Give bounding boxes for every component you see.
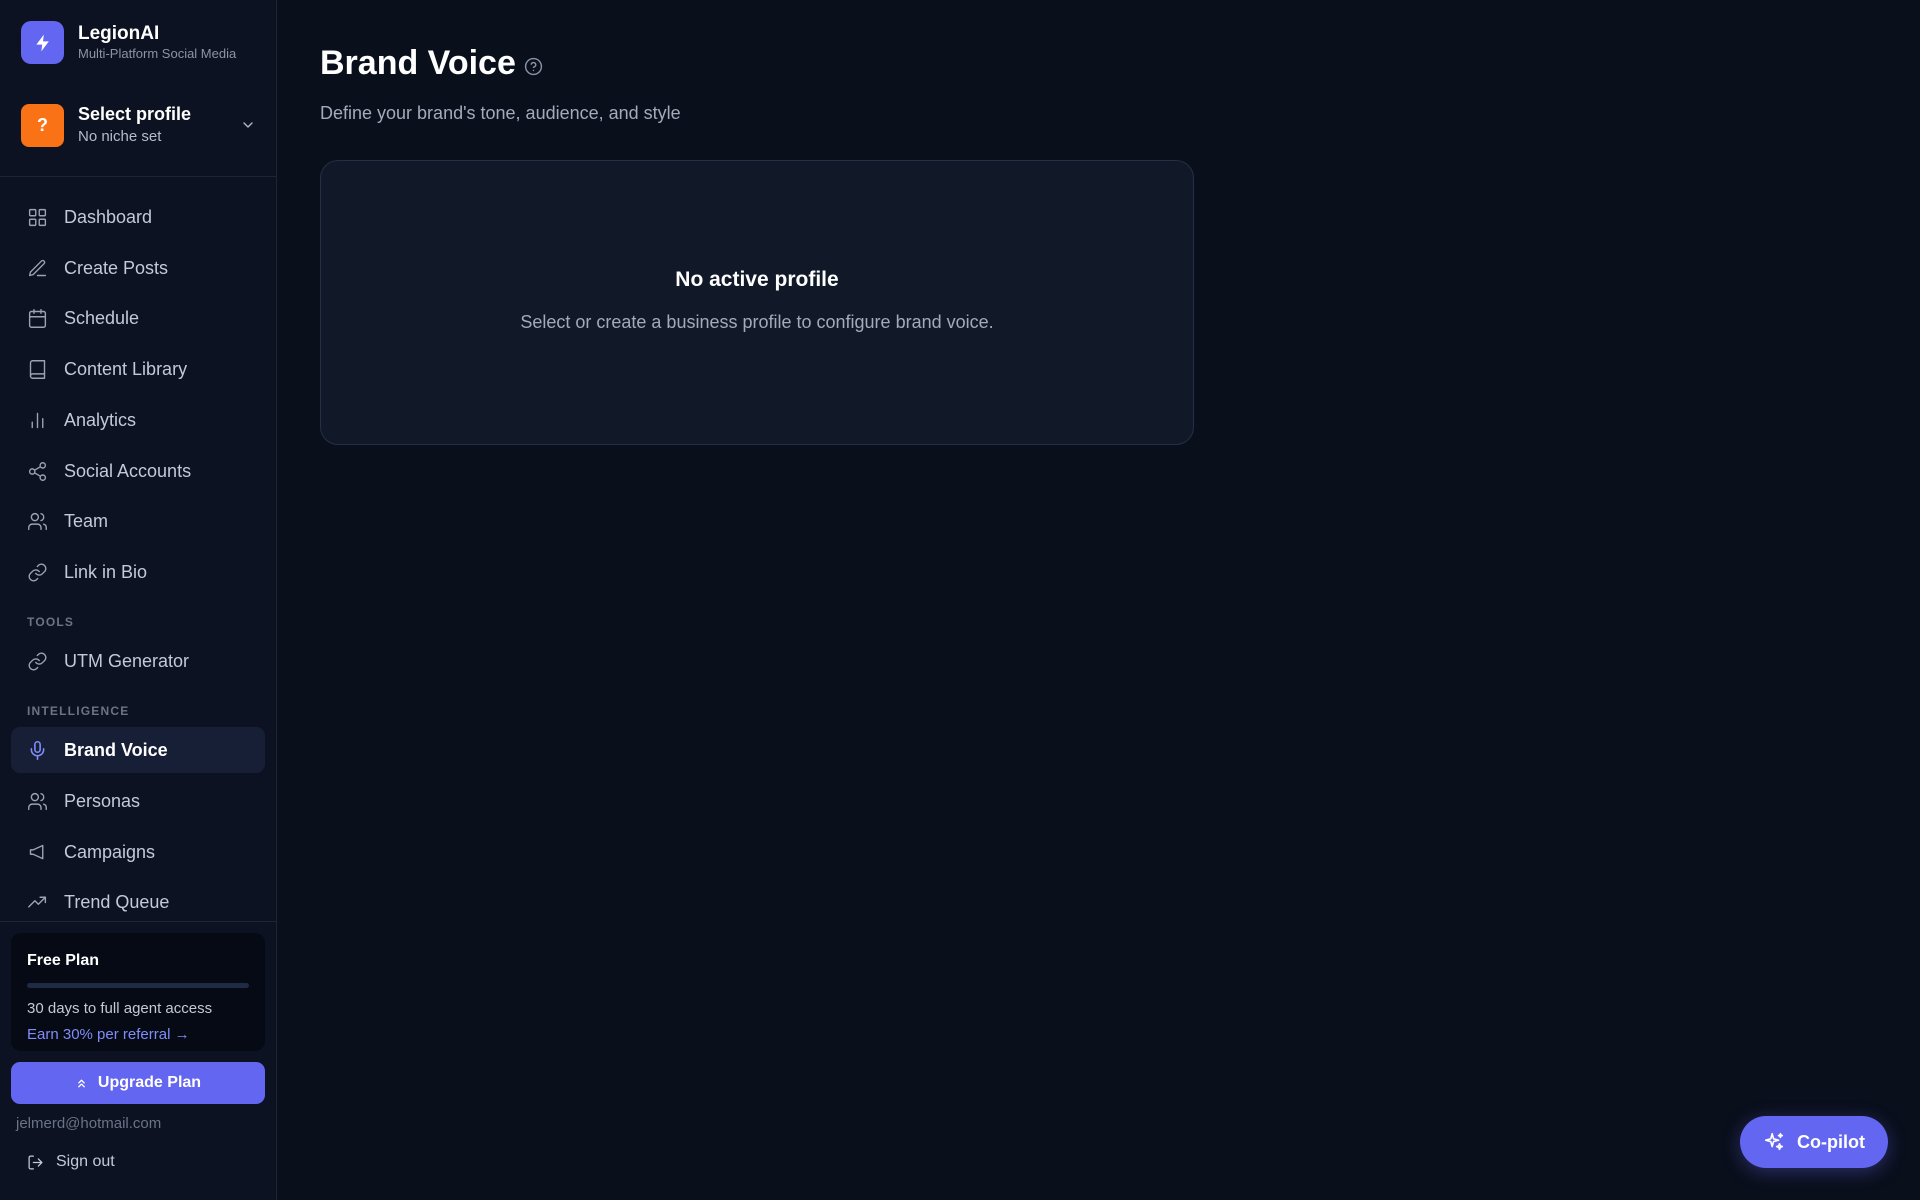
nav-item-dashboard[interactable]: Dashboard (11, 194, 265, 240)
nav-item-team[interactable]: Team (11, 498, 265, 544)
sidebar-bottom-divider (0, 921, 276, 922)
nav-item-create-posts[interactable]: Create Posts (11, 245, 265, 291)
nav-item-campaigns[interactable]: Campaigns (11, 829, 265, 875)
pen-icon (28, 259, 47, 276)
nav-label: Schedule (64, 307, 140, 328)
nav-item-personas[interactable]: Personas (11, 778, 265, 824)
upgrade-plan-label: Upgrade Plan (97, 1074, 202, 1091)
calendar-icon (28, 308, 47, 328)
brand-name: LegionAI (78, 22, 160, 44)
chevrons-up-icon (78, 1079, 85, 1087)
empty-state-description: Select or create a business profile to c… (520, 312, 994, 332)
megaphone-icon (29, 844, 44, 859)
profile-niche: No niche set (78, 128, 162, 145)
sparkles-icon (1764, 1132, 1784, 1151)
nav-label: Link in Bio (64, 561, 148, 582)
profile-name: Select profile (78, 104, 192, 124)
brand-logo (21, 21, 64, 64)
page-title: Brand Voice (320, 44, 516, 82)
trending-up-icon (28, 896, 47, 908)
chevron-down-icon (243, 122, 253, 128)
page-header: Brand Voice Define your brand's tone, au… (320, 43, 681, 124)
page-subtitle: Define your brand's tone, audience, and … (320, 103, 681, 123)
referral-link[interactable]: Earn 30% per referral → (27, 1026, 190, 1043)
nav-label: Brand Voice (64, 739, 168, 760)
upgrade-plan-button[interactable]: Upgrade Plan (11, 1062, 265, 1104)
brand-tagline: Multi-Platform Social Media (78, 45, 237, 61)
profile-badge: ? (21, 103, 64, 147)
nav-label: Campaigns (64, 841, 156, 862)
nav-item-utm-generator[interactable]: UTM Generator (11, 638, 265, 684)
brand[interactable]: LegionAI Multi-Platform Social Media (21, 21, 236, 64)
copilot-label: Co-pilot (1797, 1131, 1865, 1152)
section-label-tools: TOOLS (27, 615, 75, 629)
section-label-intelligence: INTELLIGENCE (27, 704, 130, 718)
nav-label: UTM Generator (64, 650, 190, 671)
lightning-bolt-icon (35, 34, 49, 51)
nav-item-link-in-bio[interactable]: Link in Bio (11, 549, 265, 595)
sidebar: LegionAI Multi-Platform Social Media ? S… (0, 0, 277, 1200)
nav-label: Team (64, 510, 109, 531)
users-icon (28, 512, 47, 530)
user-email: jelmerd@hotmail.com (16, 1115, 162, 1132)
log-out-icon (28, 1154, 43, 1170)
plan-title: Free Plan (27, 952, 100, 969)
plan-progress-bar (27, 983, 249, 988)
plan-description: 30 days to full agent access (27, 1000, 213, 1017)
plan-card: Free Plan 30 days to full agent access E… (11, 933, 265, 1051)
nav-label: Social Accounts (64, 460, 192, 481)
nav-item-analytics[interactable]: Analytics (11, 397, 265, 443)
share-icon (28, 461, 47, 481)
sidebar-divider (0, 176, 276, 177)
nav-item-content-library[interactable]: Content Library (11, 346, 265, 392)
grid-icon (28, 208, 47, 226)
microphone-icon (30, 740, 45, 760)
nav-label: Trend Queue (64, 891, 170, 912)
nav-label: Create Posts (64, 257, 169, 278)
help-circle-icon[interactable] (524, 57, 543, 76)
copilot-button[interactable]: Co-pilot (1740, 1116, 1888, 1168)
empty-state-card: No active profile Select or create a bus… (320, 160, 1194, 445)
nav-label: Content Library (64, 358, 188, 379)
bar-chart-icon (31, 412, 44, 428)
link-icon (28, 563, 47, 581)
nav-item-social-accounts[interactable]: Social Accounts (11, 448, 265, 494)
nav-label: Dashboard (64, 206, 153, 227)
nav-label: Personas (64, 790, 141, 811)
nav-label: Analytics (64, 409, 137, 430)
sign-out-button[interactable]: Sign out (27, 1153, 115, 1171)
empty-state-title: No active profile (675, 268, 839, 291)
link-icon (28, 652, 47, 670)
nav-item-schedule[interactable]: Schedule (11, 295, 265, 341)
nav-item-brand-voice[interactable]: Brand Voice (11, 727, 265, 773)
nav-item-trend-queue[interactable]: Trend Queue (11, 879, 265, 925)
main-content: Brand Voice Define your brand's tone, au… (277, 0, 1920, 1200)
users-icon (28, 792, 47, 810)
profile-selector[interactable]: ? Select profile No niche set (21, 103, 258, 147)
sign-out-label: Sign out (56, 1153, 115, 1170)
book-icon (29, 359, 46, 379)
